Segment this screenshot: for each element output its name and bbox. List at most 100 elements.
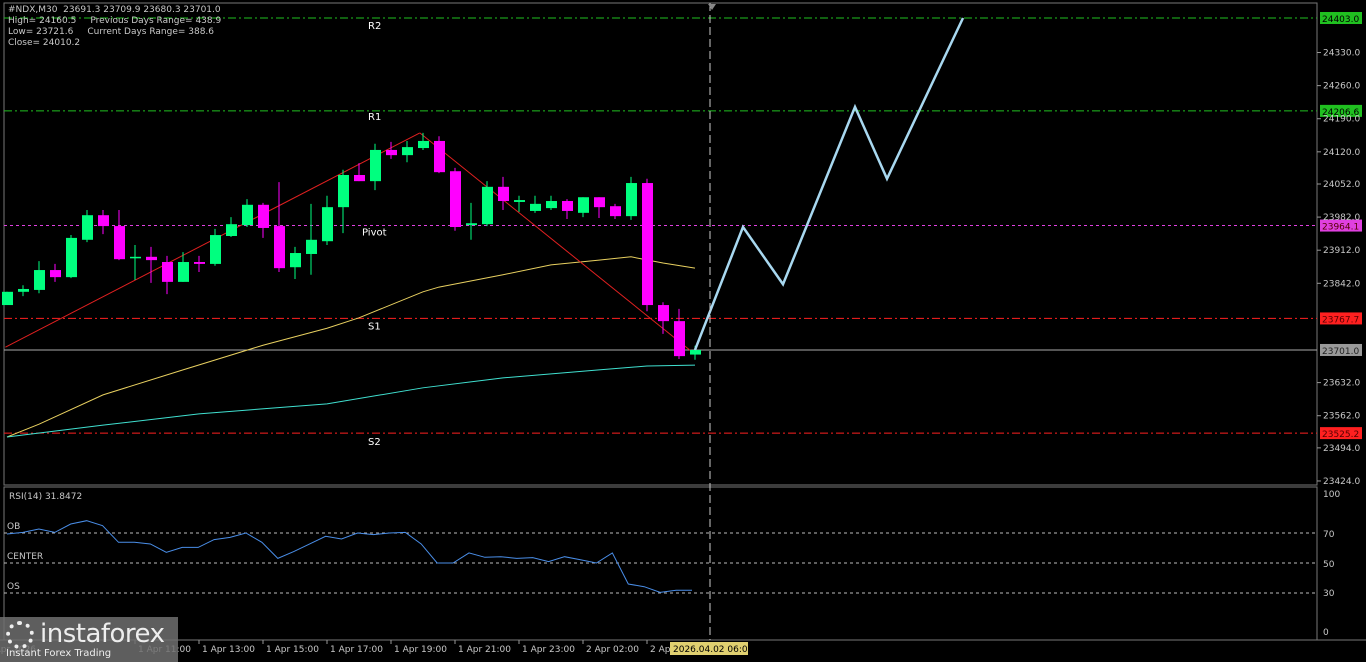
- bear-candle: [642, 183, 653, 306]
- bull-candle: [530, 203, 541, 211]
- level-price-label: 23767.7: [1322, 315, 1359, 325]
- bull-candle: [66, 237, 77, 278]
- price-axis-label: 23494.0: [1323, 444, 1360, 454]
- price-chart[interactable]: R224403.0R1 24206.6Pivot 23964.1S123767.7S…: [0, 0, 1366, 662]
- bull-candle: [306, 239, 317, 254]
- high-value: High= 24160.5: [8, 16, 77, 26]
- bear-candle: [114, 226, 125, 260]
- gear-logo-icon: [6, 621, 34, 649]
- forecast-path: [693, 17, 965, 351]
- bull-candle: [34, 270, 45, 290]
- bear-candle: [610, 206, 621, 217]
- bear-candle: [274, 226, 285, 269]
- price-axis-label: 24190.0: [1323, 115, 1360, 125]
- bear-candle: [658, 305, 669, 322]
- previous-days-range: Previous Days Range= 438.9: [90, 16, 222, 26]
- price-axis-label: 23424.0: [1323, 477, 1360, 487]
- bull-candle: [466, 223, 477, 226]
- bull-candle: [178, 262, 189, 282]
- rsi-axis-label: 100: [1323, 490, 1340, 500]
- current-days-range: Current Days Range= 388.6: [87, 27, 215, 37]
- level-label-pivot: Pivot: [362, 228, 387, 239]
- bull-candle: [370, 149, 381, 182]
- time-axis-label: 1 Apr 15:00: [266, 645, 319, 655]
- main-pane-frame: [3, 2, 1318, 486]
- level-price-label: 24403.0: [1322, 15, 1359, 25]
- moving-average-fast: [6, 364, 696, 438]
- bull-candle: [226, 224, 237, 237]
- time-axis-label: 2 Apr 02:00: [586, 645, 639, 655]
- level-label-s1: S1: [368, 321, 381, 332]
- rsi-level-label: OS: [7, 582, 20, 592]
- bull-candle: [338, 175, 349, 208]
- bull-candle: [482, 186, 493, 225]
- bull-candle: [626, 183, 637, 217]
- bull-candle: [290, 253, 301, 268]
- time-axis-label: 1 Apr 13:00: [202, 645, 255, 655]
- close-value: Close= 24010.2: [8, 38, 81, 48]
- bull-candle: [210, 235, 221, 264]
- bull-candle: [578, 197, 589, 213]
- bear-candle: [594, 197, 605, 208]
- rsi-line: [6, 520, 692, 593]
- rsi-level-label: OB: [7, 522, 20, 532]
- logo-brand: instaforex: [40, 619, 165, 649]
- time-axis-label: 1 Apr 21:00: [458, 645, 511, 655]
- bear-candle: [354, 175, 365, 182]
- level-label-s2: S2: [368, 437, 381, 448]
- bull-candle: [546, 201, 557, 209]
- level-price-label: 23964.1: [1322, 223, 1359, 233]
- rsi-axis-label: 0: [1323, 628, 1329, 638]
- instaforex-logo: instaforex Instant Forex Trading: [0, 617, 178, 662]
- current-price-label: 23701.0: [1322, 347, 1359, 357]
- rsi-title: RSI(14) 31.8472: [9, 492, 82, 502]
- symbol-ohlc: #NDX,M30 23691.3 23709.9 23680.3 23701.0: [8, 5, 221, 15]
- bear-candle: [450, 171, 461, 228]
- bull-candle: [514, 200, 525, 202]
- bull-candle: [242, 204, 253, 226]
- time-axis-label: 1 Apr 17:00: [330, 645, 383, 655]
- bull-candle: [82, 215, 93, 240]
- trend-line: [419, 132, 696, 355]
- bear-candle: [434, 140, 445, 173]
- price-axis-label: 23562.0: [1323, 412, 1360, 422]
- cursor-time-label: 2026.04.02 06:00: [673, 645, 754, 655]
- bear-candle: [562, 201, 573, 211]
- chart-info: #NDX,M30 23691.3 23709.9 23680.3 23701.0…: [8, 5, 235, 49]
- bull-candle: [690, 349, 701, 355]
- time-axis-label: 1 Apr 19:00: [394, 645, 447, 655]
- bear-candle: [386, 149, 397, 156]
- shift-marker-icon[interactable]: [708, 4, 716, 10]
- price-axis-label: 23842.0: [1323, 279, 1360, 289]
- logo-tagline: Instant Forex Trading: [6, 648, 112, 659]
- moving-average-slow: [6, 256, 696, 438]
- bull-candle: [402, 147, 413, 156]
- rsi-axis-label: 70: [1323, 530, 1335, 540]
- price-axis-label: 24120.0: [1323, 148, 1360, 158]
- bear-candle: [498, 186, 509, 202]
- bull-candle: [322, 207, 333, 242]
- rsi-level-label: CENTER: [7, 552, 43, 562]
- bull-candle: [18, 288, 29, 292]
- price-axis-label: 24260.0: [1323, 82, 1360, 92]
- bull-candle: [2, 291, 13, 306]
- bear-candle: [98, 215, 109, 227]
- bull-candle: [418, 140, 429, 149]
- bear-candle: [162, 262, 173, 282]
- price-axis-label: 24052.0: [1323, 180, 1360, 190]
- level-label-r2: R2: [368, 21, 381, 32]
- price-axis-label: 23632.0: [1323, 379, 1360, 389]
- price-axis-label: 23982.0: [1323, 213, 1360, 223]
- bear-candle: [258, 204, 269, 228]
- level-price-label: 23525.2: [1322, 430, 1359, 440]
- level-label-r1: R1: [368, 112, 381, 123]
- bear-candle: [674, 321, 685, 357]
- rsi-axis-label: 50: [1323, 560, 1335, 570]
- bear-candle: [50, 270, 61, 278]
- time-axis-label: 1 Apr 23:00: [522, 645, 575, 655]
- rsi-axis-label: 30: [1323, 589, 1335, 599]
- price-axis-label: 24330.0: [1323, 49, 1360, 59]
- bear-candle: [194, 262, 205, 264]
- bear-candle: [146, 256, 157, 261]
- bull-candle: [130, 256, 141, 259]
